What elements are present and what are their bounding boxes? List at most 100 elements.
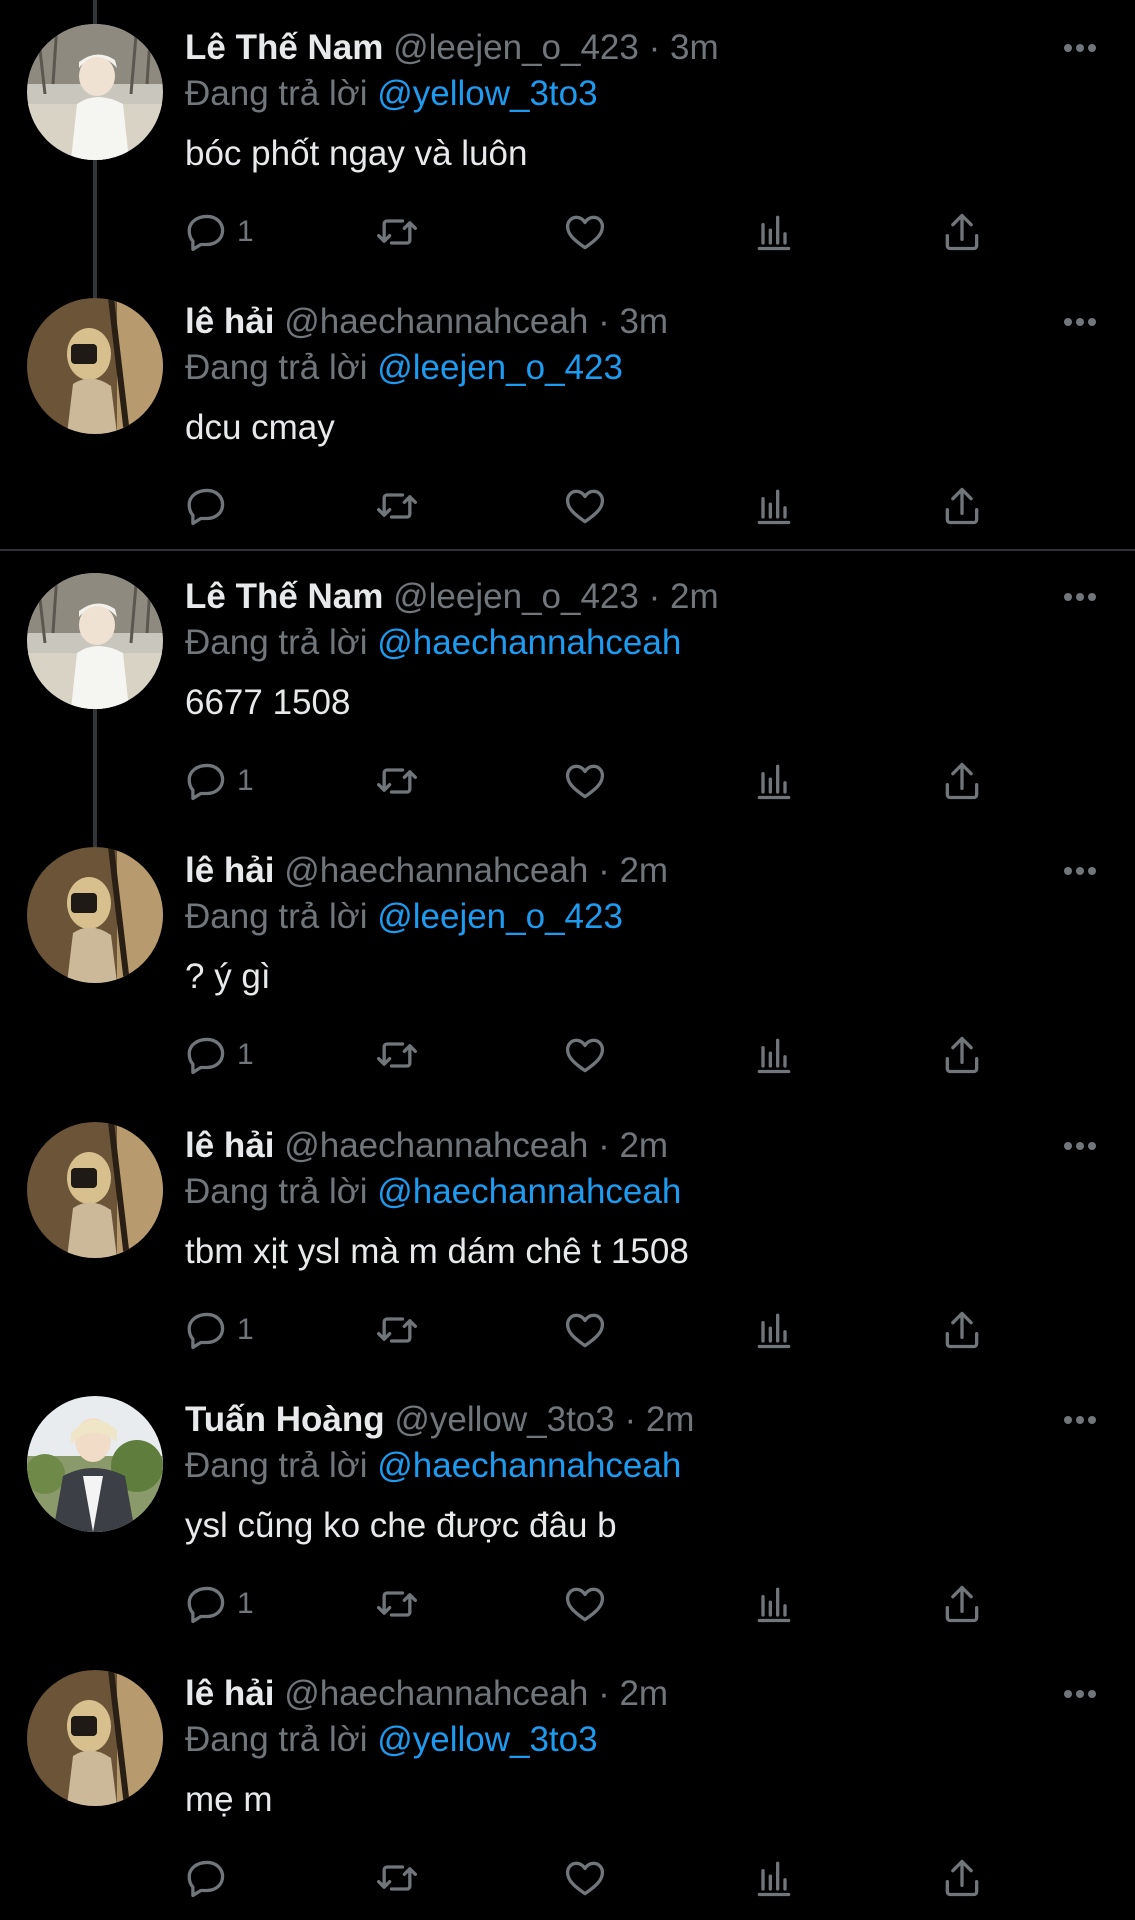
analytics-button[interactable] xyxy=(752,1304,796,1356)
more-icon[interactable] xyxy=(1055,853,1105,889)
author-name[interactable]: Lê Thế Nam xyxy=(185,577,383,616)
avatar[interactable] xyxy=(27,573,163,709)
reply-icon xyxy=(187,214,225,252)
reply-mention-link[interactable]: @leejen_o_423 xyxy=(377,348,623,387)
timestamp[interactable]: 2m xyxy=(619,851,668,890)
retweet-button[interactable] xyxy=(375,1852,419,1904)
reply-button[interactable]: 1 xyxy=(185,1029,254,1081)
reply-mention-link[interactable]: @haechannahceah xyxy=(377,623,681,662)
like-button[interactable] xyxy=(563,755,607,807)
share-button[interactable] xyxy=(940,206,984,258)
reply-button[interactable]: 1 xyxy=(185,755,254,807)
timestamp[interactable]: 2m xyxy=(619,1126,668,1165)
tweet-text: mẹ m xyxy=(185,1780,273,1819)
more-icon[interactable] xyxy=(1055,304,1105,340)
share-button[interactable] xyxy=(940,480,984,532)
reply-button[interactable]: 1 xyxy=(185,206,254,258)
like-icon xyxy=(565,1587,605,1622)
retweet-button[interactable] xyxy=(375,755,419,807)
avatar[interactable] xyxy=(27,298,163,434)
analytics-button[interactable] xyxy=(752,1029,796,1081)
author-handle[interactable]: @leejen_o_423 xyxy=(393,577,639,616)
author-name[interactable]: lê hải xyxy=(185,851,274,890)
reply-button[interactable] xyxy=(185,480,237,532)
reply-button[interactable]: 1 xyxy=(185,1304,254,1356)
retweet-button[interactable] xyxy=(375,1304,419,1356)
like-button[interactable] xyxy=(563,206,607,258)
analytics-button[interactable] xyxy=(752,1852,796,1904)
reply-mention-link[interactable]: @leejen_o_423 xyxy=(377,897,623,936)
retweet-icon xyxy=(377,1317,417,1343)
author-handle[interactable]: @haechannahceah xyxy=(284,302,588,341)
author-name[interactable]: lê hải xyxy=(185,1674,274,1713)
timestamp[interactable]: 2m xyxy=(619,1674,668,1713)
author-name[interactable]: lê hải xyxy=(185,1126,274,1165)
tweet[interactable]: lê hải @haechannahceah · 2m Đang trả lời… xyxy=(0,1098,1135,1372)
tweet[interactable]: lê hải @haechannahceah · 2m Đang trả lời… xyxy=(0,1646,1135,1920)
share-button[interactable] xyxy=(940,1029,984,1081)
retweet-button[interactable] xyxy=(375,480,419,532)
analytics-button[interactable] xyxy=(752,1578,796,1630)
more-icon[interactable] xyxy=(1055,30,1105,66)
tweet[interactable]: Lê Thế Nam @leejen_o_423 · 2m Đang trả l… xyxy=(0,549,1135,823)
tweet-actions xyxy=(185,1852,1015,1904)
timestamp[interactable]: 2m xyxy=(646,1400,695,1439)
retweet-button[interactable] xyxy=(375,206,419,258)
tweet[interactable]: lê hải @haechannahceah · 3m Đang trả lời… xyxy=(0,274,1135,548)
share-button[interactable] xyxy=(940,755,984,807)
avatar-lehai-image xyxy=(27,1670,163,1806)
author-handle[interactable]: @yellow_3to3 xyxy=(394,1400,614,1439)
separator-dot: · xyxy=(598,1674,610,1713)
retweet-button[interactable] xyxy=(375,1578,419,1630)
reply-mention-link[interactable]: @yellow_3to3 xyxy=(377,1720,597,1759)
avatar[interactable] xyxy=(27,1396,163,1532)
reply-mention-link[interactable]: @haechannahceah xyxy=(377,1172,681,1211)
author-handle[interactable]: @haechannahceah xyxy=(284,1126,588,1165)
share-button[interactable] xyxy=(940,1852,984,1904)
tweet[interactable]: Lê Thế Nam @leejen_o_423 · 3m Đang trả l… xyxy=(0,0,1135,274)
avatar[interactable] xyxy=(27,1670,163,1806)
timestamp[interactable]: 3m xyxy=(670,28,719,67)
reply-button[interactable]: 1 xyxy=(185,1578,254,1630)
author-handle[interactable]: @leejen_o_423 xyxy=(393,28,639,67)
more-icon[interactable] xyxy=(1055,579,1105,615)
timestamp[interactable]: 2m xyxy=(670,577,719,616)
author-name[interactable]: Lê Thế Nam xyxy=(185,28,383,67)
tweet-text: 6677 1508 xyxy=(185,683,351,722)
like-button[interactable] xyxy=(563,1029,607,1081)
author-handle[interactable]: @haechannahceah xyxy=(284,851,588,890)
tweet[interactable]: lê hải @haechannahceah · 2m Đang trả lời… xyxy=(0,823,1135,1097)
share-icon xyxy=(945,762,979,800)
share-button[interactable] xyxy=(940,1304,984,1356)
reply-button[interactable] xyxy=(185,1852,237,1904)
tweet-actions: 1 xyxy=(185,1304,1015,1356)
like-button[interactable] xyxy=(563,1578,607,1630)
separator-dot: · xyxy=(598,1126,610,1165)
timestamp[interactable]: 3m xyxy=(619,302,668,341)
analytics-button[interactable] xyxy=(752,755,796,807)
reply-mention-link[interactable]: @yellow_3to3 xyxy=(377,74,597,113)
more-icon[interactable] xyxy=(1055,1128,1105,1164)
reply-context: Đang trả lời @leejen_o_423 xyxy=(185,344,623,392)
author-handle[interactable]: @haechannahceah xyxy=(284,1674,588,1713)
tweet[interactable]: Tuấn Hoàng @yellow_3to3 · 2m Đang trả lờ… xyxy=(0,1372,1135,1646)
avatar[interactable] xyxy=(27,1122,163,1258)
more-icon[interactable] xyxy=(1055,1402,1105,1438)
reply-mention-link[interactable]: @haechannahceah xyxy=(377,1446,681,1485)
separator-dot: · xyxy=(648,28,661,67)
tweet-actions xyxy=(185,480,1015,532)
like-button[interactable] xyxy=(563,1304,607,1356)
author-name[interactable]: lê hải xyxy=(185,302,274,341)
like-button[interactable] xyxy=(563,1852,607,1904)
analytics-button[interactable] xyxy=(752,480,796,532)
analytics-button[interactable] xyxy=(752,206,796,258)
tweet-text: tbm xịt ysl mà m dám chê t 1508 xyxy=(185,1232,689,1271)
avatar[interactable] xyxy=(27,24,163,160)
avatar-lethenam-image xyxy=(27,24,163,160)
more-icon[interactable] xyxy=(1055,1676,1105,1712)
author-name[interactable]: Tuấn Hoàng xyxy=(185,1400,385,1439)
avatar[interactable] xyxy=(27,847,163,983)
like-button[interactable] xyxy=(563,480,607,532)
share-button[interactable] xyxy=(940,1578,984,1630)
retweet-button[interactable] xyxy=(375,1029,419,1081)
